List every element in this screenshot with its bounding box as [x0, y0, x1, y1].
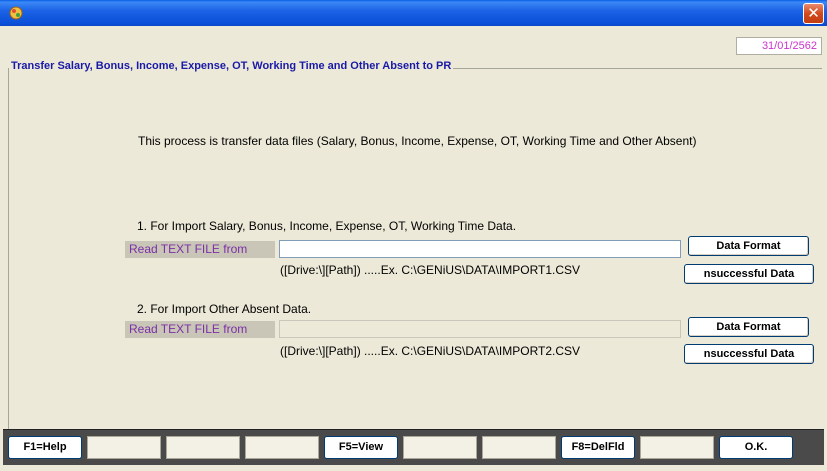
main-panel: 31/01/2562 Transfer Salary, Bonus, Incom… — [3, 26, 824, 468]
function-key-bar: F1=Help F5=View F8=DelFld O.K. — [3, 429, 824, 465]
section-1-read-label: Read TEXT FILE from — [125, 241, 275, 258]
section-1-data-format-button[interactable]: Data Format — [688, 236, 809, 256]
ok-button[interactable]: O.K. — [719, 436, 793, 459]
function-key-2[interactable] — [87, 436, 161, 459]
description-text: This process is transfer data files (Sal… — [138, 134, 697, 148]
group-border-left — [8, 68, 9, 438]
group-title: Transfer Salary, Bonus, Income, Expense,… — [9, 60, 454, 72]
title-bar: ✕ — [0, 0, 827, 26]
app-icon[interactable] — [8, 5, 24, 21]
f1-help-button[interactable]: F1=Help — [8, 436, 82, 459]
section-2-data-format-button[interactable]: Data Format — [688, 317, 809, 337]
date-display: 31/01/2562 — [736, 37, 822, 55]
section-1-unsuccessful-data-button[interactable]: nsuccessful Data — [684, 264, 814, 284]
section-2-unsuccessful-data-button[interactable]: nsuccessful Data — [684, 344, 814, 364]
function-key-7[interactable] — [482, 436, 556, 459]
section-2-title: 2. For Import Other Absent Data. — [137, 302, 312, 316]
section-1-path-hint: ([Drive:\][Path]) .....Ex. C:\GENiUS\DAT… — [280, 263, 581, 277]
section-1-title: 1. For Import Salary, Bonus, Income, Exp… — [137, 219, 517, 233]
function-key-9[interactable] — [640, 436, 714, 459]
section-2-read-label: Read TEXT FILE from — [125, 321, 275, 338]
close-button[interactable]: ✕ — [803, 3, 824, 24]
f8-delfld-button[interactable]: F8=DelFld — [561, 436, 635, 459]
section-1-path-input[interactable] — [279, 240, 681, 258]
section-2-path-hint: ([Drive:\][Path]) .....Ex. C:\GENiUS\DAT… — [280, 344, 581, 358]
function-key-3[interactable] — [166, 436, 240, 459]
f5-view-button[interactable]: F5=View — [324, 436, 398, 459]
function-key-4[interactable] — [245, 436, 319, 459]
function-key-6[interactable] — [403, 436, 477, 459]
close-icon: ✕ — [807, 4, 820, 22]
section-2-path-input[interactable] — [279, 320, 681, 338]
